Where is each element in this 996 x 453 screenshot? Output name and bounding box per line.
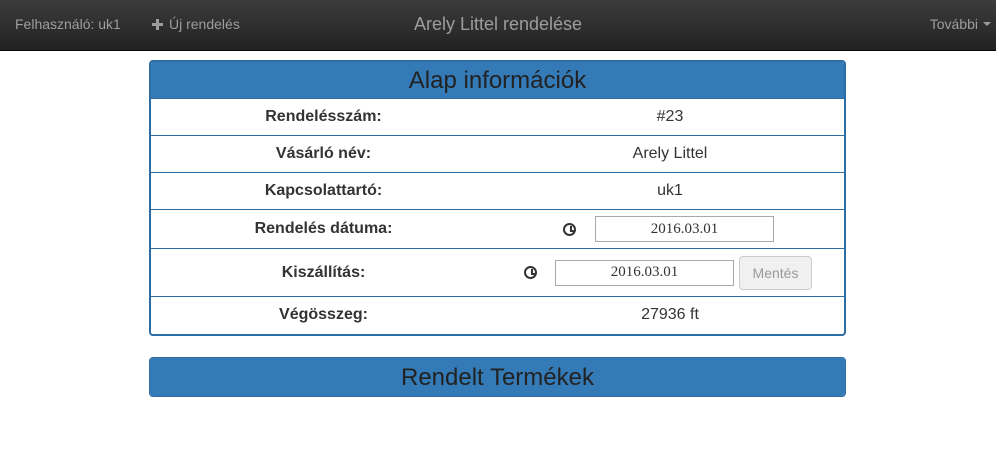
basic-info-panel: Alap információk Rendelésszám: #23 Vásár… [149,60,846,336]
new-order-link[interactable]: Új rendelés [152,16,240,32]
ordered-products-panel: Rendelt Termékek [149,357,846,397]
ordered-products-heading: Rendelt Termékek [150,358,845,396]
order-number-value: #23 [496,98,844,136]
caret-down-icon [983,22,991,26]
customer-row: Vásárló név: Arely Littel [151,135,844,173]
basic-info-table: Rendelésszám: #23 Vásárló név: Arely Lit… [151,98,844,334]
top-navbar: Felhasználó: uk1 Új rendelés Arely Litte… [0,0,996,51]
new-order-label: Új rendelés [169,16,240,32]
order-number-row: Rendelésszám: #23 [151,98,844,136]
order-date-row: Rendelés dátuma: [151,209,844,249]
delivery-label: Kiszállítás: [151,248,496,297]
more-label: További [929,16,978,32]
plus-icon [152,18,163,30]
order-number-label: Rendelésszám: [151,98,496,136]
delivery-date-input[interactable] [555,259,734,286]
contact-value: uk1 [496,172,844,210]
order-date-cell [496,209,844,249]
customer-value: Arely Littel [496,135,844,173]
save-button[interactable]: Mentés [739,255,812,290]
order-date-label: Rendelés dátuma: [151,209,496,249]
delivery-row: Kiszállítás: Mentés [151,248,844,297]
total-label: Végösszeg: [151,296,496,334]
page-title: Arely Littel rendelése [413,14,583,34]
delivery-cell: Mentés [496,248,844,297]
clock-icon [563,222,576,236]
customer-label: Vásárló név: [151,135,496,173]
contact-label: Kapcsolattartó: [151,172,496,210]
order-date-input[interactable] [595,216,774,242]
clock-icon [524,266,537,279]
current-user-label: Felhasználó: uk1 [15,16,121,32]
contact-row: Kapcsolattartó: uk1 [151,172,844,210]
total-row: Végösszeg: 27936 ft [151,296,844,334]
basic-info-heading: Alap információk [151,62,844,98]
total-value: 27936 ft [496,296,844,334]
more-dropdown[interactable]: További [930,16,991,32]
